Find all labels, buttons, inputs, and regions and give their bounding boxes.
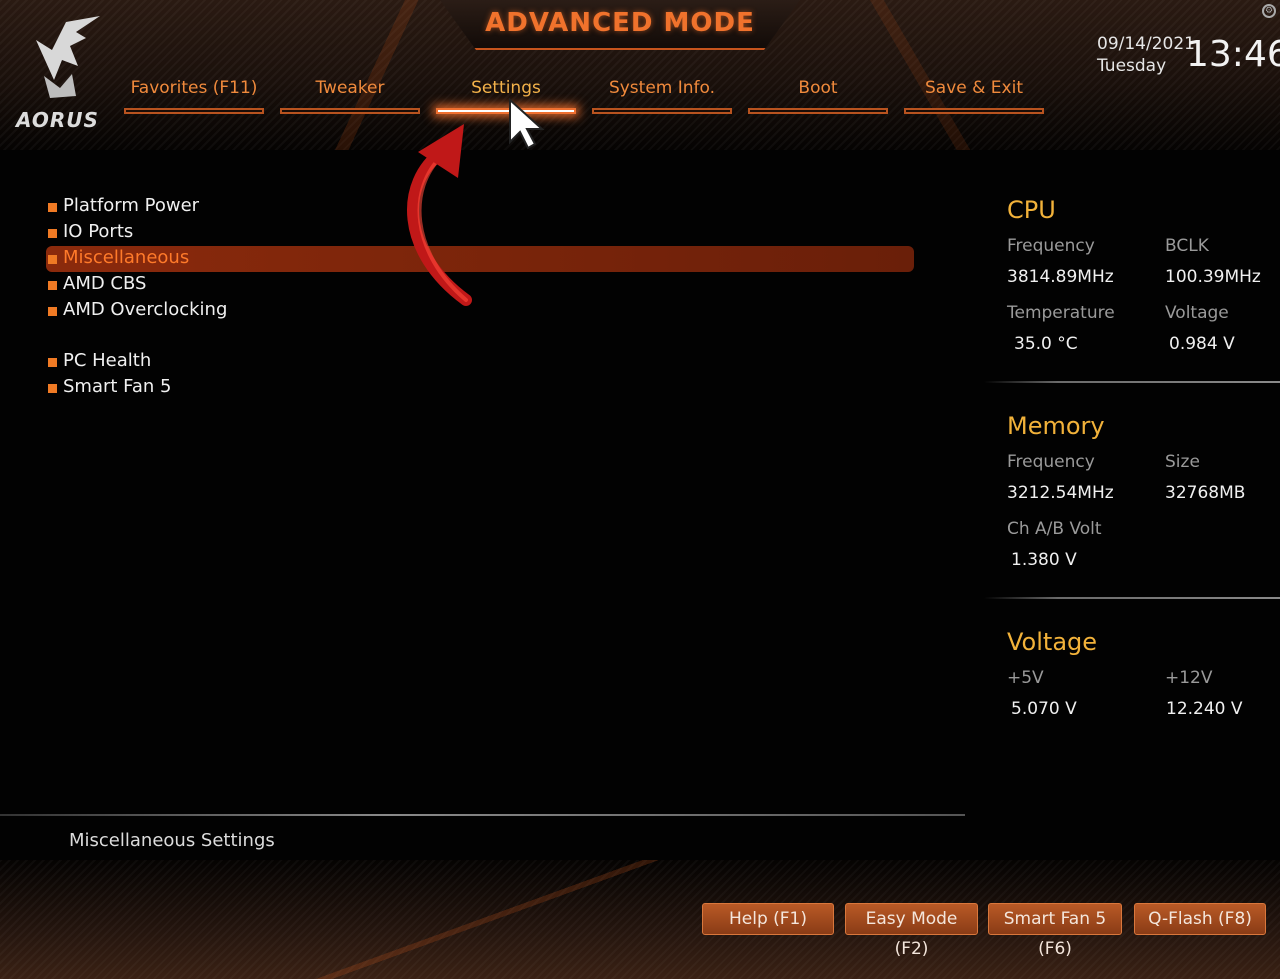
tab-underline bbox=[592, 108, 732, 114]
memory-title: Memory bbox=[1007, 412, 1105, 440]
tab-save-exit[interactable]: Save & Exit bbox=[904, 74, 1044, 116]
tab-label: Boot bbox=[798, 78, 838, 98]
bullet-icon bbox=[48, 255, 57, 264]
tab-boot[interactable]: Boot bbox=[748, 74, 888, 116]
divider bbox=[984, 381, 1280, 383]
bullet-icon bbox=[48, 281, 57, 290]
menu-item-label: IO Ports bbox=[63, 221, 134, 242]
logo-text: AORUS bbox=[16, 108, 99, 132]
menu-item-label: PC Health bbox=[63, 350, 152, 371]
menu-item-label: AMD CBS bbox=[63, 273, 147, 294]
help-button[interactable]: Help (F1) bbox=[702, 903, 834, 935]
day-text: Tuesday bbox=[1097, 56, 1167, 76]
menu-item-label: Miscellaneous bbox=[63, 247, 190, 268]
voltage-12v-label: +12V bbox=[1165, 668, 1213, 688]
memory-size-value: 32768MB bbox=[1165, 483, 1246, 503]
settings-gear-icon[interactable]: ⚙ bbox=[1262, 4, 1276, 18]
smart-fan-button[interactable]: Smart Fan 5 (F6) bbox=[988, 903, 1122, 959]
cpu-voltage-value: 0.984 V bbox=[1169, 334, 1235, 354]
menu-item-smart-fan-5[interactable]: Smart Fan 5 bbox=[46, 375, 914, 401]
bullet-icon bbox=[48, 307, 57, 316]
bullet-icon bbox=[48, 384, 57, 393]
q-flash-button[interactable]: Q-Flash (F8) bbox=[1134, 903, 1266, 935]
voltage-5v-label: +5V bbox=[1007, 668, 1044, 688]
tab-label: Save & Exit bbox=[925, 78, 1023, 98]
tab-label: System Info. bbox=[608, 78, 716, 98]
cpu-temperature-value: 35.0 °C bbox=[1014, 334, 1078, 354]
time-display: 13:46 bbox=[1186, 34, 1280, 75]
bullet-icon bbox=[48, 358, 57, 367]
cpu-temperature-label: Temperature bbox=[1007, 303, 1115, 323]
memory-frequency-label: Frequency bbox=[1007, 452, 1095, 472]
tab-label: Tweaker bbox=[315, 78, 385, 98]
voltage-12v-value: 12.240 V bbox=[1166, 699, 1243, 719]
cpu-title: CPU bbox=[1007, 196, 1056, 224]
menu-item-label: Smart Fan 5 bbox=[63, 376, 172, 397]
tab-underline bbox=[748, 108, 888, 114]
cpu-frequency-label: Frequency bbox=[1007, 236, 1095, 256]
tab-label: Favorites (F11) bbox=[130, 78, 258, 98]
cpu-voltage-label: Voltage bbox=[1165, 303, 1229, 323]
cpu-frequency-value: 3814.89MHz bbox=[1007, 267, 1114, 287]
menu-item-label: Platform Power bbox=[63, 195, 200, 216]
bullet-icon bbox=[48, 229, 57, 238]
mouse-cursor-icon bbox=[509, 98, 545, 150]
divider bbox=[0, 814, 965, 816]
cpu-bclk-value: 100.39MHz bbox=[1165, 267, 1261, 287]
tab-favorites[interactable]: Favorites (F11) bbox=[124, 74, 264, 116]
menu-item-pc-health[interactable]: PC Health bbox=[46, 349, 914, 375]
memory-chab-volt-value: 1.380 V bbox=[1011, 550, 1077, 570]
item-description: Miscellaneous Settings bbox=[69, 830, 275, 851]
bullet-icon bbox=[48, 203, 57, 212]
tab-underline bbox=[280, 108, 420, 114]
memory-frequency-value: 3212.54MHz bbox=[1007, 483, 1114, 503]
tab-underline bbox=[904, 108, 1044, 114]
date-display: 09/14/2021 Tuesday bbox=[1097, 33, 1195, 77]
divider bbox=[984, 597, 1280, 599]
tab-system-info[interactable]: System Info. bbox=[592, 74, 732, 116]
voltage-5v-value: 5.070 V bbox=[1011, 699, 1077, 719]
cpu-bclk-label: BCLK bbox=[1165, 236, 1209, 256]
tab-underline bbox=[124, 108, 264, 114]
easy-mode-button[interactable]: Easy Mode (F2) bbox=[845, 903, 978, 959]
page-title: ADVANCED MODE bbox=[485, 8, 755, 38]
memory-chab-volt-label: Ch A/B Volt bbox=[1007, 519, 1102, 539]
voltage-title: Voltage bbox=[1007, 628, 1098, 656]
menu-item-label: AMD Overclocking bbox=[63, 299, 228, 320]
tab-tweaker[interactable]: Tweaker bbox=[280, 74, 420, 116]
memory-size-label: Size bbox=[1165, 452, 1200, 472]
date-text: 09/14/2021 bbox=[1097, 34, 1195, 54]
